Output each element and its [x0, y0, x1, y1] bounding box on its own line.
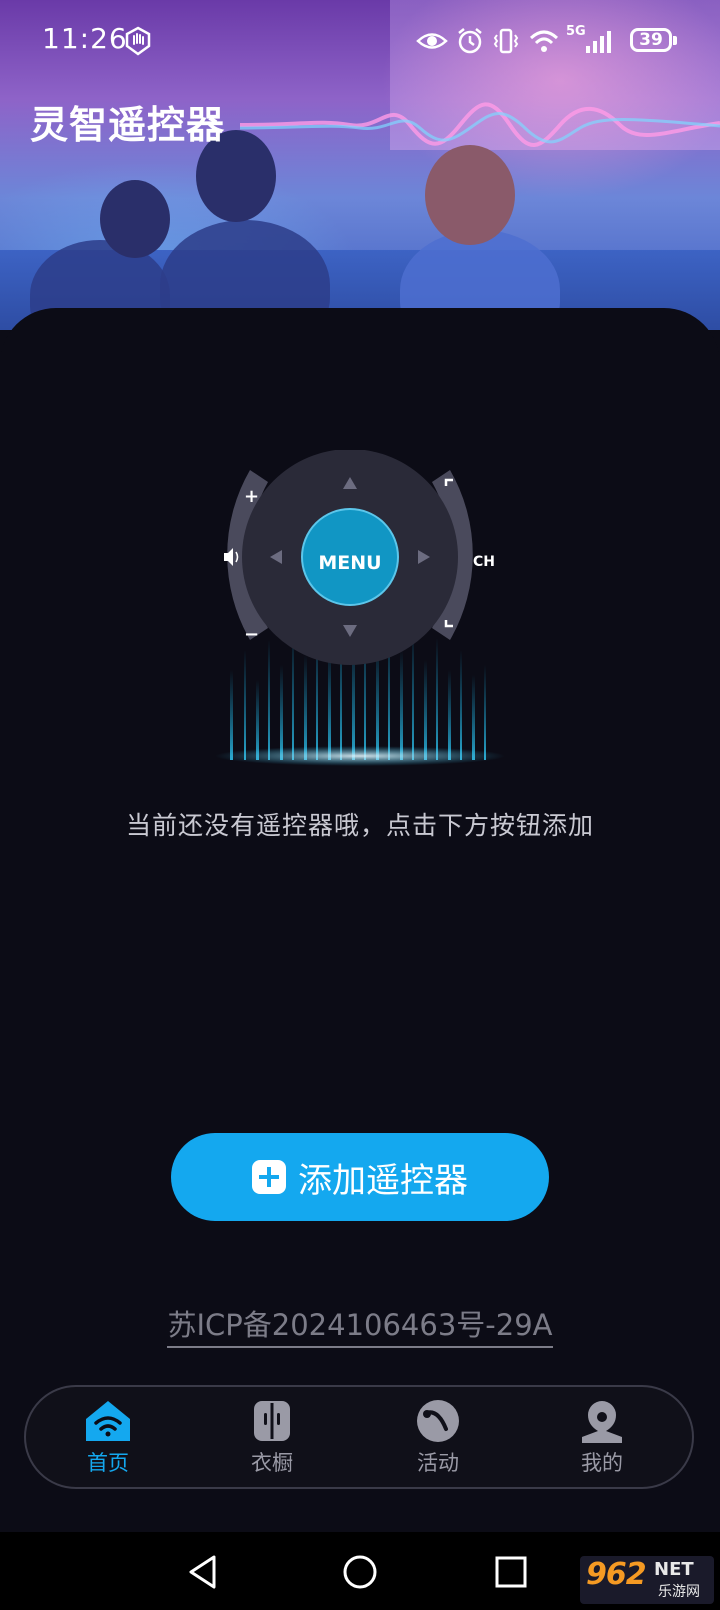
app-title: 灵智遥控器: [30, 103, 226, 147]
profile-icon: [582, 1401, 622, 1443]
tab-home-label: 首页: [87, 1451, 129, 1475]
person-head-illustration: [425, 145, 515, 245]
status-bar: 11:26 5G 39: [0, 0, 720, 84]
eye-icon: [416, 33, 448, 49]
home-remote-icon: [86, 1401, 130, 1441]
site-watermark: 962 NET 乐游网: [580, 1556, 714, 1604]
volume-up-label: +: [244, 486, 260, 507]
status-time: 11:26: [42, 22, 128, 55]
icp-license-text: 苏ICP备2024106463号-29A: [167, 1308, 553, 1348]
volume-down-label: −: [244, 624, 260, 645]
menu-label: MENU: [318, 552, 382, 574]
hand-icon: [125, 26, 151, 56]
battery-indicator: 39: [630, 28, 677, 52]
home-icon[interactable]: [342, 1554, 378, 1590]
plus-icon: [252, 1160, 286, 1194]
tab-home[interactable]: 首页: [48, 1399, 168, 1481]
tab-wardrobe-label: 衣橱: [251, 1451, 293, 1475]
bottom-tab-bar: 首页 衣橱 活动 我的: [24, 1385, 694, 1489]
person-head-illustration: [100, 180, 170, 258]
recents-icon[interactable]: [494, 1554, 528, 1590]
empty-state-message: 当前还没有遥控器哦，点击下方按钮添加: [125, 811, 594, 840]
icp-license-link[interactable]: 苏ICP备2024106463号-29A: [0, 1302, 720, 1348]
alarm-icon: [458, 28, 482, 54]
wifi-icon: [529, 30, 559, 52]
vibrate-icon: [493, 28, 519, 54]
channel-label: CH: [473, 554, 495, 570]
tab-profile[interactable]: 我的: [542, 1399, 662, 1481]
activity-icon: [417, 1400, 459, 1442]
add-remote-button[interactable]: 添加遥控器: [171, 1133, 549, 1221]
wardrobe-icon: [254, 1401, 290, 1441]
tab-wardrobe[interactable]: 衣橱: [212, 1399, 332, 1481]
tab-activity[interactable]: 活动: [378, 1399, 498, 1481]
watermark-number: 962: [586, 1557, 647, 1592]
signal-icon: [586, 31, 611, 53]
tab-profile-label: 我的: [581, 1451, 623, 1475]
watermark-brand: NET: [654, 1559, 694, 1580]
tab-activity-label: 活动: [417, 1451, 459, 1475]
watermark-subtitle: 乐游网: [658, 1584, 700, 1600]
add-remote-label: 添加遥控器: [298, 1160, 468, 1201]
back-icon[interactable]: [186, 1554, 220, 1590]
